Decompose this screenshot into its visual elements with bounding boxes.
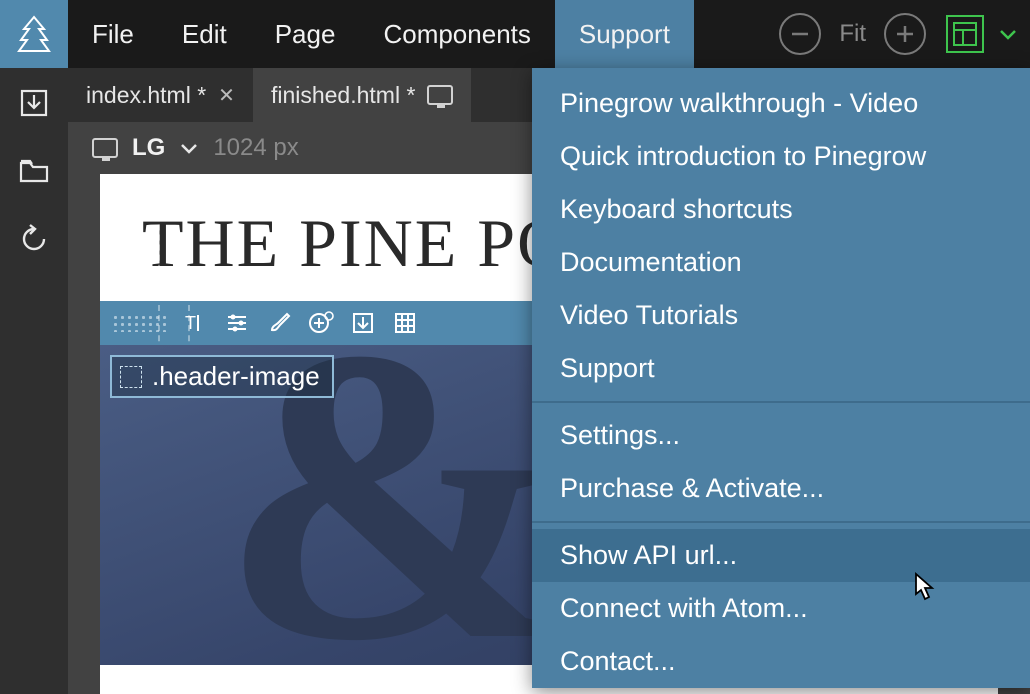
dd-item-contact[interactable]: Contact...: [532, 635, 1030, 688]
menu-item-edit[interactable]: Edit: [158, 0, 251, 68]
dd-item-support[interactable]: Support: [532, 342, 1030, 395]
menubar: File Edit Page Components Support Fit: [0, 0, 1030, 68]
dd-item-video-tutorials[interactable]: Video Tutorials: [532, 289, 1030, 342]
dropdown-separator: [532, 521, 1030, 523]
decorative-ampersand: &: [220, 285, 570, 694]
close-icon[interactable]: ✕: [218, 83, 235, 108]
zoom-fit-label[interactable]: Fit: [829, 20, 876, 48]
viewport-device-label[interactable]: LG: [132, 134, 165, 162]
chevron-down-icon[interactable]: [179, 141, 199, 155]
dropdown-separator: [532, 401, 1030, 403]
text-tool-icon[interactable]: T: [182, 310, 208, 336]
menu-items: File Edit Page Components Support: [68, 0, 694, 68]
support-dropdown: Pinegrow walkthrough - Video Quick intro…: [532, 68, 1030, 688]
svg-text:T: T: [185, 313, 196, 333]
dd-item-documentation[interactable]: Documentation: [532, 236, 1030, 289]
tab-finished-html[interactable]: finished.html *: [253, 68, 471, 122]
selected-element-label: .header-image: [152, 361, 320, 392]
menu-item-components[interactable]: Components: [359, 0, 554, 68]
dd-item-show-api-url[interactable]: Show API url...: [532, 529, 1030, 582]
menubar-right: Fit: [779, 0, 1030, 68]
menu-item-page[interactable]: Page: [251, 0, 360, 68]
dd-item-settings[interactable]: Settings...: [532, 409, 1030, 462]
device-icon: [92, 138, 118, 158]
dd-item-quick-intro[interactable]: Quick introduction to Pinegrow: [532, 130, 1030, 183]
zoom-out-button[interactable]: [779, 13, 821, 55]
plus-icon: [894, 23, 916, 45]
layout-dropdown-chevron-icon[interactable]: [998, 21, 1018, 47]
tab-label: index.html *: [86, 82, 206, 109]
app-logo[interactable]: [0, 0, 68, 68]
monitor-icon: [427, 85, 453, 105]
undo-icon[interactable]: [17, 222, 51, 256]
folder-icon[interactable]: [17, 154, 51, 188]
viewport-size-label: 1024 px: [213, 134, 298, 162]
minus-icon: [789, 23, 811, 45]
selected-element-tag[interactable]: .header-image: [110, 355, 334, 398]
dd-item-shortcuts[interactable]: Keyboard shortcuts: [532, 183, 1030, 236]
tab-label: finished.html *: [271, 82, 415, 109]
dd-item-walkthrough[interactable]: Pinegrow walkthrough - Video: [532, 68, 1030, 130]
pinecone-icon: [14, 14, 54, 54]
layout-icon: [952, 21, 978, 47]
dd-item-purchase[interactable]: Purchase & Activate...: [532, 462, 1030, 515]
left-sidebar: [0, 68, 68, 694]
menu-item-file[interactable]: File: [68, 0, 158, 68]
selection-icon: [120, 366, 142, 388]
zoom-in-button[interactable]: [884, 13, 926, 55]
menu-item-support[interactable]: Support: [555, 0, 694, 68]
toggle-layout-button[interactable]: [946, 15, 984, 53]
import-icon[interactable]: [17, 86, 51, 120]
dd-item-connect-atom[interactable]: Connect with Atom...: [532, 582, 1030, 635]
tab-index-html[interactable]: index.html * ✕: [68, 68, 253, 122]
